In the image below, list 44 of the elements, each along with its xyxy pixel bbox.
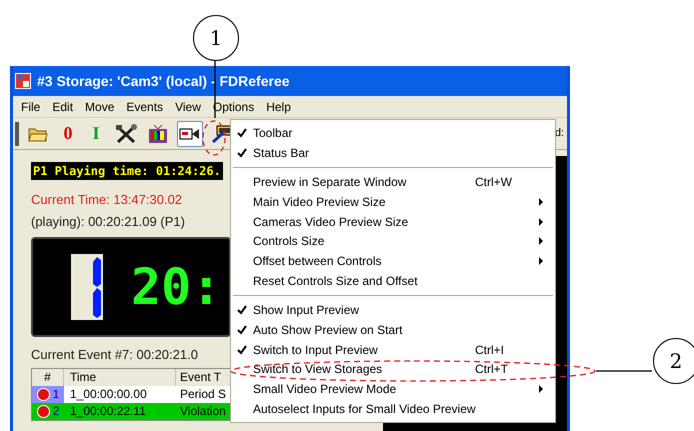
menu-bar-item[interactable]: Edit (46, 98, 80, 116)
callout-badge: 2 (653, 338, 694, 384)
leader-line (214, 60, 216, 118)
callout-badge: 1 (193, 15, 239, 61)
menu-item[interactable]: Cameras Video Preview Size (231, 212, 555, 232)
menu-bar-item[interactable]: Move (79, 98, 120, 116)
clock-digits: 20: (131, 262, 222, 312)
menu-item[interactable]: Main Video Preview Size (231, 192, 555, 212)
menu-item[interactable]: Controls Size (231, 231, 555, 252)
row-number: 1 (52, 386, 60, 403)
record-icon (36, 388, 50, 400)
current-event-label: Current Event #7: 00:20:21.0 (31, 346, 198, 364)
column-header[interactable]: Time (64, 368, 176, 386)
segment-icon (71, 254, 103, 320)
menu-item[interactable]: Switch to Input Preview Ctrl+I (231, 340, 555, 360)
highlight-ellipse (202, 120, 226, 156)
table-cell-text: 1_00:00:22.11 (69, 403, 147, 420)
menu-bar-item[interactable]: Events (120, 98, 170, 116)
table-cell-text: Violation (179, 403, 227, 420)
menu-item[interactable]: Preview in Separate Window Ctrl+W (231, 172, 555, 192)
camera-icon[interactable] (177, 120, 203, 146)
app-icon (15, 73, 31, 89)
table-cell-text: 1_00:00:00.00 (69, 386, 148, 402)
menu-item[interactable]: Show Input Preview (231, 300, 555, 320)
menu-bar-item[interactable]: View (169, 98, 207, 116)
menu-item[interactable]: Status Bar (231, 142, 555, 162)
column-header[interactable]: # (32, 368, 64, 386)
menu-item[interactable]: Auto Show Preview on Start (231, 320, 555, 340)
column-header[interactable]: Event T (176, 368, 232, 386)
menu-item[interactable]: Switch to View Storages Ctrl+T (231, 360, 555, 380)
row-number: 2 (52, 403, 60, 420)
menu-item[interactable]: Toolbar (231, 123, 555, 143)
menu-bar-item[interactable]: File (15, 98, 46, 116)
playing-label: (playing): 00:20:21.09 (P1) (31, 212, 185, 231)
playing-time-label: P1 Playing time: 01:24:26. (31, 162, 223, 180)
record-icon (36, 404, 50, 418)
menu-item[interactable]: Reset Controls Size and Offset (231, 270, 555, 290)
toolbar-button[interactable]: 0 (57, 120, 79, 147)
leader-line (596, 370, 652, 372)
menu-bar-item[interactable]: Help (260, 98, 297, 116)
toolbar-grip[interactable] (15, 122, 19, 146)
menu-item[interactable]: Offset between Controls (231, 251, 555, 271)
table-cell-text: Period S (179, 386, 228, 402)
current-time-label: Current Time: 13:47:30.02 (31, 191, 182, 209)
